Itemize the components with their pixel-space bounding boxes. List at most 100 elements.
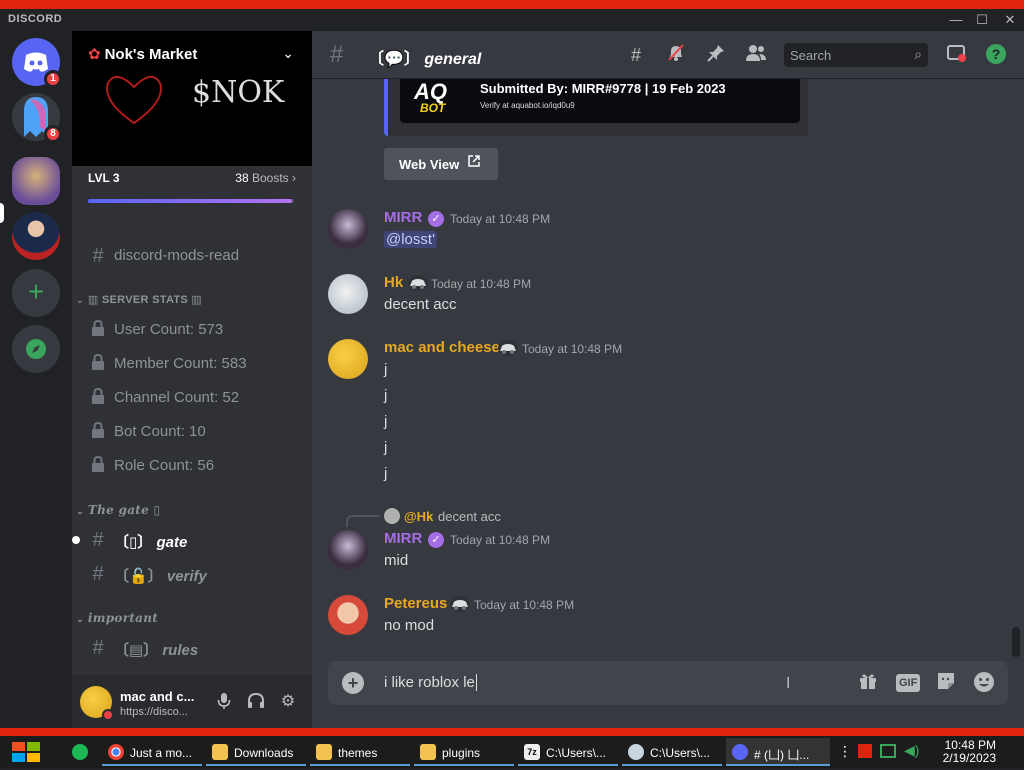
banner-text: $NOK — [192, 75, 285, 110]
bot-embed: AQ BOT Submitted By: MIRR#9778 | 19 Feb 2… — [384, 79, 808, 136]
message-author[interactable]: Hk — [384, 274, 403, 291]
avatar[interactable] — [328, 530, 368, 570]
taskbar-7zip[interactable]: 7z C:\Users\... — [518, 738, 618, 766]
channel-bot-count[interactable]: Bot Count: 10 — [80, 416, 304, 448]
steam-icon — [628, 744, 644, 760]
chevron-down-icon: ⌄ — [76, 295, 84, 305]
system-clock[interactable]: 10:48 PM 2/19/2023 — [943, 739, 996, 765]
category-server-stats[interactable]: ⌄ ▥ SERVER STATS ▥ — [76, 293, 202, 313]
channel-gate[interactable]: # 〔▯〕 gate — [72, 524, 304, 556]
avatar[interactable] — [328, 274, 368, 314]
channel-rules[interactable]: # 〔▤〕 rules — [80, 632, 304, 664]
home-button[interactable]: 1 — [12, 38, 62, 88]
boost-row[interactable]: LVL 3 38 Boosts › — [88, 171, 296, 191]
flower-icon: ✿ — [88, 46, 101, 63]
channel-channel-count[interactable]: Channel Count: 52 — [80, 382, 304, 414]
inbox-icon[interactable] — [944, 43, 968, 67]
message-composer[interactable]: + i like roblox le I GIF — [328, 661, 1008, 705]
channel-discord-mods-read[interactable]: # discord-mods-read — [80, 240, 304, 272]
dnd-status-icon — [102, 709, 114, 721]
channel-title: 〔💬〕 general — [368, 51, 482, 68]
channel-header: # 〔💬〕 general # Search ⌕ ? — [312, 31, 1024, 79]
channel-role-count[interactable]: Role Count: 56 — [80, 450, 304, 482]
search-input[interactable]: Search ⌕ — [784, 43, 928, 67]
avatar[interactable] — [328, 339, 368, 379]
taskbar-discord[interactable]: # (凵) 凵... — [726, 738, 830, 766]
username[interactable]: mac and c... — [120, 689, 194, 704]
taskbar-chrome[interactable]: Just a mo... — [102, 738, 202, 766]
car-badge-icon — [408, 275, 428, 291]
add-attachment-button[interactable]: + — [342, 672, 364, 694]
web-view-button[interactable]: Web View — [384, 148, 498, 180]
network-icon[interactable] — [880, 744, 896, 758]
reply-text: decent acc — [438, 509, 501, 524]
more-options-icon[interactable]: ⋮ — [838, 743, 852, 760]
car-badge-icon — [450, 596, 470, 612]
server-banner[interactable]: $NOK ✿ Nok's Market ⌄ — [72, 31, 312, 166]
svg-text:?: ? — [992, 46, 1001, 62]
category-important[interactable]: ⌄ important — [76, 611, 158, 631]
server-icon-nok-market[interactable] — [12, 157, 60, 205]
message-author[interactable]: MIRR — [384, 209, 422, 226]
emoji-icon[interactable] — [972, 671, 996, 695]
channel-sidebar: $NOK ✿ Nok's Market ⌄ LVL 3 38 Boosts › #… — [72, 31, 312, 728]
chevron-down-icon: ⌄ — [76, 615, 84, 625]
title-bar: DISCORD — ☐ ✕ — [0, 9, 1024, 31]
microphone-icon[interactable] — [214, 692, 234, 712]
message-input[interactable]: i like roblox le — [384, 674, 477, 691]
search-icon: ⌕ — [914, 46, 922, 62]
message-content: mid — [384, 552, 409, 569]
help-icon[interactable]: ? — [984, 43, 1008, 67]
server-name[interactable]: ✿ Nok's Market — [88, 45, 197, 63]
sticker-icon[interactable] — [934, 671, 958, 695]
channel-member-count[interactable]: Member Count: 583 — [80, 348, 304, 380]
taskbar-accent — [0, 728, 1024, 736]
book-icon: 〔▤〕 — [114, 642, 163, 659]
server-icon-person[interactable] — [12, 212, 60, 260]
volume-icon[interactable]: ◀) — [904, 742, 919, 759]
gif-button[interactable]: GIF — [896, 674, 921, 692]
maximize-button[interactable]: ☐ — [968, 11, 996, 29]
flag-icon[interactable] — [858, 744, 872, 758]
avatar[interactable] — [328, 209, 368, 249]
taskbar-spotify[interactable] — [66, 738, 96, 766]
threads-icon[interactable]: # — [624, 43, 648, 67]
avatar — [384, 508, 400, 524]
minimize-button[interactable]: — — [942, 11, 970, 29]
taskbar-plugins[interactable]: plugins — [414, 738, 514, 766]
message-author[interactable]: mac and cheese — [384, 339, 500, 356]
taskbar-downloads[interactable]: Downloads — [206, 738, 306, 766]
pin-icon[interactable] — [704, 43, 728, 67]
channel-verify[interactable]: # 〔🔓〕 verify — [80, 558, 304, 590]
bell-muted-icon[interactable] — [664, 43, 688, 67]
scrollbar-thumb[interactable] — [1012, 627, 1020, 657]
add-server-button[interactable]: + — [12, 269, 60, 317]
message-author[interactable]: MIRR — [384, 530, 422, 547]
folder-icon — [420, 744, 436, 760]
notification-badge: 8 — [44, 125, 62, 143]
explore-servers-button[interactable] — [12, 325, 60, 373]
hash-icon: # — [92, 529, 104, 551]
chart-icon: ▥ — [188, 294, 203, 306]
server-icon-ghost[interactable]: 8 — [12, 93, 62, 143]
category-the-gate[interactable]: ⌄ The gate ▯ — [76, 503, 160, 523]
spotify-icon — [72, 744, 88, 760]
taskbar-steam[interactable]: C:\Users\... — [622, 738, 722, 766]
user-mention[interactable]: @losst' — [384, 231, 437, 248]
7zip-icon: 7z — [524, 744, 540, 760]
avatar[interactable] — [328, 595, 368, 635]
chevron-down-icon[interactable]: ⌄ — [282, 45, 294, 62]
unlock-icon: 〔🔓〕 — [114, 568, 167, 585]
taskbar-themes[interactable]: themes — [310, 738, 410, 766]
message-author[interactable]: Petereus — [384, 595, 447, 612]
close-button[interactable]: ✕ — [996, 11, 1024, 29]
headphones-icon[interactable] — [246, 692, 266, 712]
channel-user-count[interactable]: User Count: 573 — [80, 314, 304, 346]
server-level: LVL 3 — [88, 171, 120, 185]
lock-icon — [88, 455, 108, 477]
message-timestamp: Today at 10:48 PM — [431, 277, 532, 291]
gift-icon[interactable] — [856, 671, 880, 695]
start-button[interactable] — [8, 739, 44, 765]
members-icon[interactable] — [744, 43, 768, 67]
gear-icon[interactable]: ⚙ — [278, 692, 298, 712]
